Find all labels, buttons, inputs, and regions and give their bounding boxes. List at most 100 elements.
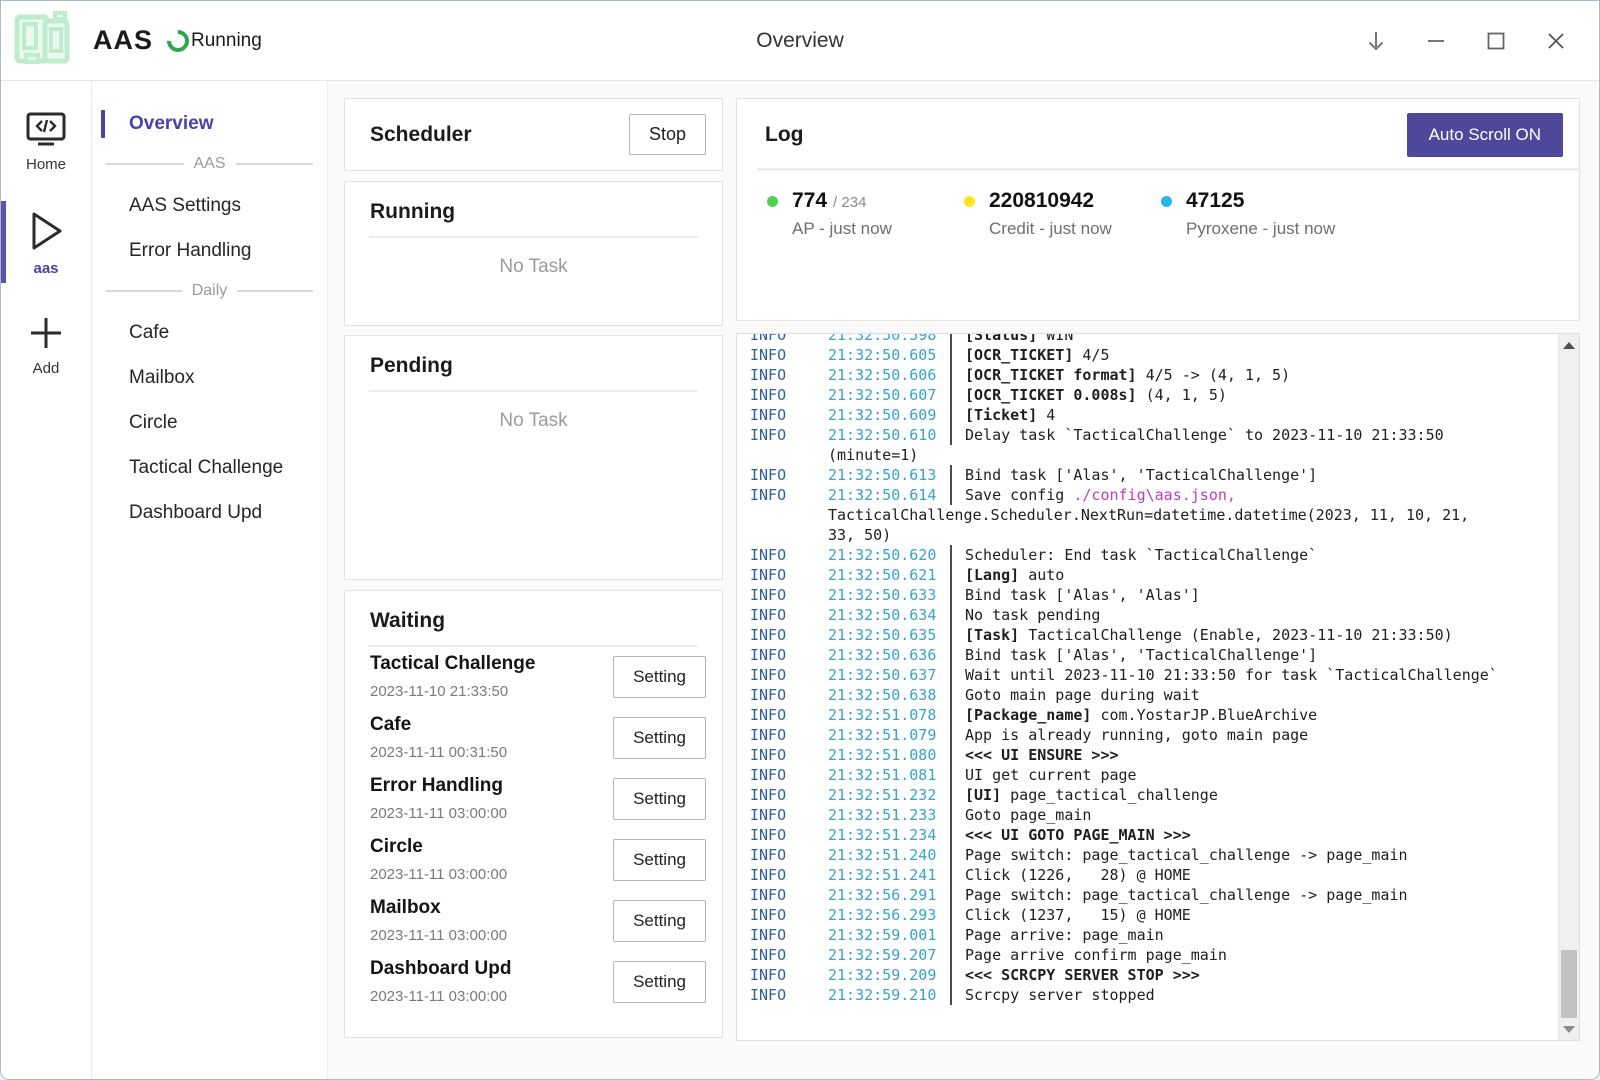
scroll-up-button[interactable]	[1559, 336, 1579, 354]
rail-item-home[interactable]: Home	[1, 99, 91, 183]
setting-button[interactable]: Setting	[613, 717, 706, 759]
close-button[interactable]	[1543, 28, 1569, 54]
log-level: INFO	[750, 385, 828, 405]
log-message: Page switch: page_tactical_challenge -> …	[950, 885, 1408, 905]
minimize-icon	[1425, 30, 1447, 52]
log-message: Page arrive confirm page_main	[950, 945, 1227, 965]
divider	[369, 236, 698, 238]
rail-item-add[interactable]: Add	[1, 301, 91, 387]
log-message: Delay task `TacticalChallenge` to 2023-1…	[950, 425, 1444, 445]
running-card: Running No Task	[344, 181, 723, 326]
stat-value: 220810942	[989, 189, 1094, 213]
sidebar-item-circle[interactable]: Circle	[92, 402, 327, 444]
stat-line: 774/ 234	[792, 189, 892, 213]
app-title: AAS	[93, 25, 153, 56]
log-message: [Package_name] com.YostarJP.BlueArchive	[950, 705, 1317, 725]
log-timestamp: 21:32:50.605	[828, 345, 950, 365]
sidebar-item-tactical-challenge[interactable]: Tactical Challenge	[92, 447, 327, 489]
log-row: INFO21:32:50.610Delay task `TacticalChal…	[750, 425, 1558, 445]
log-message: [OCR_TICKET 0.008s] (4, 1, 5)	[950, 385, 1227, 405]
stop-button[interactable]: Stop	[629, 114, 706, 155]
maximize-button[interactable]	[1483, 28, 1509, 54]
sidebar-item-label: Tactical Challenge	[129, 457, 283, 478]
log-level: INFO	[750, 565, 828, 585]
rail-item-aas[interactable]: aas	[1, 197, 91, 287]
log-level: INFO	[750, 685, 828, 705]
log-message: Goto main page during wait	[950, 685, 1200, 705]
log-message: [UI] page_tactical_challenge	[950, 785, 1218, 805]
log-row: INFO21:32:50.637Wait until 2023-11-10 21…	[750, 665, 1558, 685]
sidebar-item-cafe[interactable]: Cafe	[92, 312, 327, 354]
autoscroll-button[interactable]: Auto Scroll ON	[1407, 113, 1563, 157]
log-timestamp: 21:32:51.240	[828, 845, 950, 865]
sidebar-item-label: Circle	[129, 412, 178, 433]
log-segment: Goto main page during wait	[965, 686, 1200, 704]
log-timestamp: 21:32:56.293	[828, 905, 950, 925]
code-monitor-icon	[24, 111, 68, 149]
sidebar-item-error-handling[interactable]: Error Handling	[92, 230, 327, 272]
log-level: INFO	[750, 925, 828, 945]
scheduler-title: Scheduler	[370, 123, 472, 147]
log-message: App is already running, goto main page	[950, 725, 1308, 745]
log-message: <<< SCRCPY SERVER STOP >>>	[950, 965, 1200, 985]
log-row: INFO21:32:50.638Goto main page during wa…	[750, 685, 1558, 705]
waiting-card: Waiting Tactical Challenge2023-11-10 21:…	[344, 590, 723, 1038]
log-timestamp: 21:32:51.080	[828, 745, 950, 765]
log-card: Log Auto Scroll ON 774/ 234AP - just now…	[736, 98, 1580, 321]
log-timestamp: 21:32:59.210	[828, 985, 950, 1005]
task-info: Mailbox2023-11-11 03:00:00	[370, 897, 507, 944]
setting-button[interactable]: Setting	[613, 778, 706, 820]
active-indicator	[1, 201, 6, 283]
log-timestamp: 21:32:50.636	[828, 645, 950, 665]
sidebar-item-label: Dashboard Upd	[129, 502, 262, 523]
setting-button[interactable]: Setting	[613, 961, 706, 1003]
stat-dot-icon	[964, 196, 975, 207]
log-segment: TacticalChallenge (Enable, 2023-11-10 21…	[1019, 626, 1452, 644]
log-row: TacticalChallenge.Scheduler.NextRun=date…	[750, 505, 1558, 525]
download-button[interactable]	[1363, 28, 1389, 54]
log-scrollbar[interactable]	[1558, 334, 1579, 1040]
pending-card: Pending No Task	[344, 335, 723, 580]
log-output[interactable]: INFO21:32:50.598[Status] WININFO21:32:50…	[736, 333, 1580, 1041]
log-message: No task pending	[950, 605, 1100, 625]
scroll-down-button[interactable]	[1559, 1020, 1579, 1038]
setting-button[interactable]: Setting	[613, 839, 706, 881]
stat-value: 774	[792, 189, 827, 213]
log-timestamp: 21:32:59.209	[828, 965, 950, 985]
sidebar: OverviewAASAAS SettingsError HandlingDai…	[92, 81, 328, 1079]
log-level: INFO	[750, 465, 828, 485]
sidebar-item-mailbox[interactable]: Mailbox	[92, 357, 327, 399]
log-segment: Scheduler: End task `TacticalChallenge`	[965, 546, 1317, 564]
log-segment: Page arrive confirm page_main	[965, 946, 1227, 964]
log-timestamp: 21:32:50.613	[828, 465, 950, 485]
stat-body: 47125Pyroxene - just now	[1186, 189, 1335, 239]
log-level: INFO	[750, 625, 828, 645]
stat-value: 47125	[1186, 189, 1244, 213]
log-segment: Click (1226, 28) @ HOME	[965, 866, 1191, 884]
log-row: INFO21:32:50.606[OCR_TICKET format] 4/5 …	[750, 365, 1558, 385]
log-segment: Click (1237, 15) @ HOME	[965, 906, 1191, 924]
stat-line: 220810942	[989, 189, 1112, 213]
log-row: INFO21:32:50.621[Lang] auto	[750, 565, 1558, 585]
log-segment: [UI]	[965, 786, 1001, 804]
log-level: INFO	[750, 645, 828, 665]
sidebar-item-overview[interactable]: Overview	[92, 103, 327, 145]
log-row: INFO21:32:50.613Bind task ['Alas', 'Tact…	[750, 465, 1558, 485]
log-message: Scrcpy server stopped	[950, 985, 1155, 1005]
setting-button[interactable]: Setting	[613, 656, 706, 698]
log-message: Goto page_main	[950, 805, 1091, 825]
log-message-continuation: 33, 50)	[828, 525, 891, 545]
sidebar-item-aas-settings[interactable]: AAS Settings	[92, 185, 327, 227]
log-message: Page arrive: page_main	[950, 925, 1164, 945]
sidebar-item-dashboard-upd[interactable]: Dashboard Upd	[92, 492, 327, 534]
log-message-continuation: (minute=1)	[828, 445, 918, 465]
log-timestamp: 21:32:50.621	[828, 565, 950, 585]
log-level: INFO	[750, 365, 828, 385]
setting-button[interactable]: Setting	[613, 900, 706, 942]
log-level: INFO	[750, 845, 828, 865]
stat-line: 47125	[1186, 189, 1335, 213]
minimize-button[interactable]	[1423, 28, 1449, 54]
scroll-thumb[interactable]	[1561, 950, 1577, 1018]
task-info: Circle2023-11-11 03:00:00	[370, 836, 507, 883]
log-message: Wait until 2023-11-10 21:33:50 for task …	[950, 665, 1498, 685]
